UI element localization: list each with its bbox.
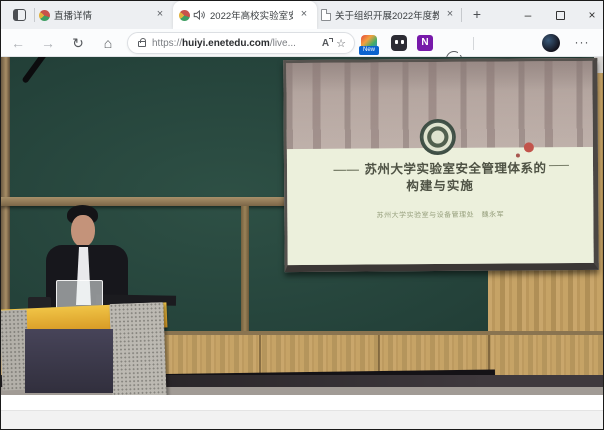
lock-icon — [138, 41, 146, 47]
wood-seam — [259, 335, 261, 377]
tab-live-details[interactable]: 直播详情 × — [39, 1, 167, 29]
projection-screen: ——苏州大学实验室安全管理体系的 构建与实施 —— 苏州大学实验室与设备管理处 … — [283, 58, 598, 272]
slide-accent-dot — [524, 142, 534, 152]
page-background-strip — [1, 395, 603, 410]
tab-close-icon[interactable]: × — [297, 8, 311, 22]
refresh-icon[interactable]: ↻ — [69, 34, 87, 52]
back-icon[interactable]: ← — [9, 34, 27, 52]
slide-byline: 苏州大学实验室与设备管理处 魏永军 — [287, 209, 593, 221]
tab-actions-menu-icon[interactable] — [13, 9, 26, 21]
live-video-player[interactable]: ——苏州大学实验室安全管理体系的 构建与实施 —— 苏州大学实验室与设备管理处 … — [1, 57, 603, 395]
board-left-frame — [1, 57, 10, 333]
tab-close-icon[interactable]: × — [443, 8, 457, 22]
new-tab-button[interactable]: + — [467, 5, 487, 25]
presenter-face — [71, 215, 95, 247]
url-path: /live... — [270, 38, 296, 49]
toolbar-divider — [473, 37, 474, 50]
site-favicon — [39, 10, 50, 21]
tab-actions-bar — [14, 10, 18, 20]
minimize-button[interactable]: – — [513, 1, 543, 29]
tab-title: 2022年高校实验室安… — [210, 8, 293, 22]
site-favicon — [179, 10, 190, 21]
lectern-front-panel — [25, 329, 113, 393]
browser-toolbar: ← → ↻ ⌂ https://huiyi.enetedu.com/live..… — [1, 29, 603, 57]
document-icon — [321, 9, 331, 21]
home-icon[interactable]: ⌂ — [99, 34, 117, 52]
onenote-icon[interactable]: N — [417, 35, 433, 51]
url-text[interactable]: https://huiyi.enetedu.com/live... — [152, 38, 315, 49]
slide-accent-dot-small — [516, 153, 520, 157]
microphone-boom — [21, 57, 47, 84]
favorites-star-icon[interactable]: ☆ — [336, 37, 346, 50]
university-seal — [420, 119, 456, 155]
browser-window: 直播详情 × 2022年高校实验室安… × 关于组织开展2022年度教… × +… — [0, 0, 604, 430]
slide-title-line2: 构建与实施 — [287, 174, 593, 195]
board-trim — [241, 206, 249, 332]
tab-close-icon[interactable]: × — [153, 8, 167, 22]
forward-icon[interactable]: → — [39, 34, 57, 52]
tab-title: 直播详情 — [54, 8, 149, 22]
tab-notice-document[interactable]: 关于组织开展2022年度教… × — [321, 1, 457, 29]
read-aloud-icon[interactable]: A — [322, 38, 329, 49]
maximize-icon — [556, 11, 565, 20]
title-dash-right: —— — [549, 160, 569, 171]
maximize-button[interactable] — [545, 1, 575, 29]
audio-playing-icon — [193, 9, 206, 21]
address-bar[interactable]: https://huiyi.enetedu.com/live... A ☆ — [127, 32, 355, 54]
extension-dark-icon[interactable] — [391, 35, 407, 51]
tabbar-divider — [34, 8, 35, 22]
tab-title: 关于组织开展2022年度教… — [335, 8, 439, 22]
settings-menu-icon[interactable]: ··· — [571, 35, 593, 51]
tabbar-divider — [461, 8, 462, 22]
url-scheme: https:// — [152, 38, 182, 49]
tab-active-lecture[interactable]: 2022年高校实验室安… × — [173, 1, 317, 29]
extension-new-icon[interactable]: New — [361, 35, 377, 51]
tab-bar: 直播详情 × 2022年高校实验室安… × 关于组织开展2022年度教… × +… — [1, 1, 603, 29]
page-footer-strip — [1, 410, 603, 430]
lectern-right-panel — [109, 302, 166, 395]
profile-avatar[interactable] — [542, 34, 560, 52]
url-domain: huiyi.enetedu.com — [182, 38, 270, 49]
close-window-button[interactable]: × — [577, 1, 604, 29]
new-badge: New — [359, 46, 379, 55]
